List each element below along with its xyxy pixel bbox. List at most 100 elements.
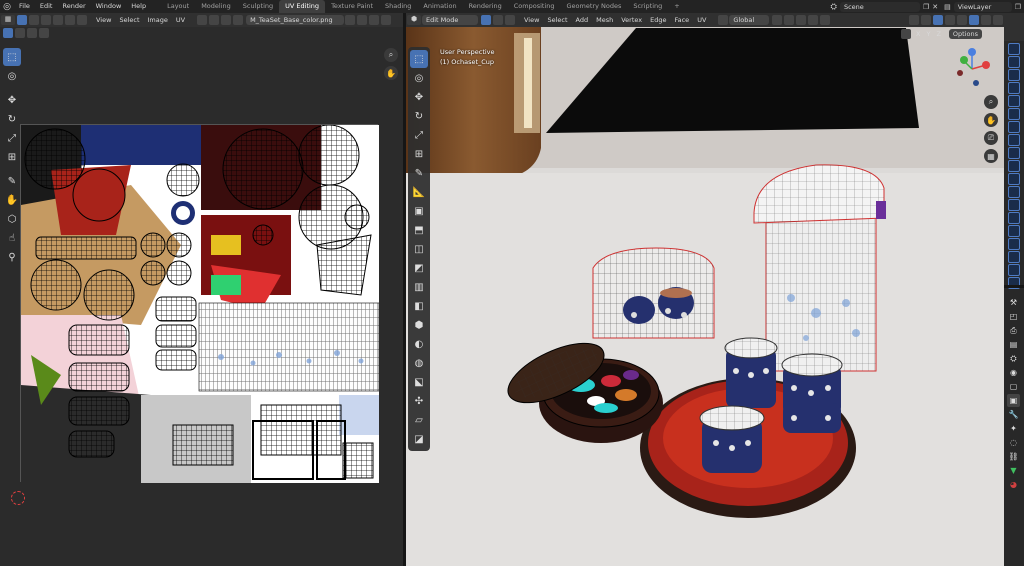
vp-spin-tool-icon[interactable]: ◐ — [410, 335, 428, 353]
vp-menu-edge[interactable]: Edge — [646, 15, 670, 25]
transform-tool-icon[interactable]: ⊞ — [3, 148, 21, 166]
vp-menu-add[interactable]: Add — [572, 15, 593, 25]
view-layer-props-icon[interactable]: ▤ — [1007, 338, 1020, 351]
vp-loopcut-tool-icon[interactable]: ▥ — [410, 278, 428, 296]
tab-modeling[interactable]: Modeling — [195, 0, 237, 13]
vp-menu-face[interactable]: Face — [670, 15, 693, 25]
blender-logo-icon[interactable]: ◎ — [0, 2, 14, 12]
pinch-tool-icon[interactable]: ☝ — [3, 229, 21, 247]
tab-layout[interactable]: Layout — [161, 0, 195, 13]
mirror-z-toggle[interactable]: Z — [934, 29, 942, 39]
pan-icon[interactable]: ✋ — [384, 66, 398, 80]
snap-icon[interactable] — [209, 15, 220, 25]
tool-props-icon[interactable]: ⚒ — [1007, 296, 1020, 309]
outliner-row[interactable] — [1008, 264, 1020, 276]
physics-props-icon[interactable]: ◌ — [1007, 436, 1020, 449]
vp-scale-tool-icon[interactable]: ⤢ — [410, 126, 428, 144]
close-image-icon[interactable] — [381, 15, 392, 25]
vp-select-tool-icon[interactable]: ⬚ — [410, 50, 428, 68]
vp-zoom-icon[interactable]: ⌕ — [984, 95, 998, 109]
vp-extrude-tool-icon[interactable]: ⬒ — [410, 221, 428, 239]
vp-rip-tool-icon[interactable]: ◪ — [410, 430, 428, 448]
vp-menu-view[interactable]: View — [520, 15, 543, 25]
uv-menu-uv[interactable]: UV — [172, 15, 189, 25]
outliner-row[interactable] — [1008, 225, 1020, 237]
vp-knife-tool-icon[interactable]: ◧ — [410, 297, 428, 315]
rotate-tool-icon[interactable]: ↻ — [3, 110, 21, 128]
uv-image-canvas[interactable] — [20, 124, 380, 483]
vp-move-tool-icon[interactable]: ✥ — [410, 88, 428, 106]
scene-selector[interactable]: Scene — [839, 1, 920, 12]
tab-shading[interactable]: Shading — [379, 0, 417, 13]
tab-animation[interactable]: Animation — [417, 0, 462, 13]
world-props-icon[interactable]: ◉ — [1007, 366, 1020, 379]
constraints-props-icon[interactable]: ⛓ — [1007, 450, 1020, 463]
vp-menu-select[interactable]: Select — [543, 15, 571, 25]
proportional-icon[interactable] — [221, 15, 232, 25]
outliner-row[interactable] — [1008, 56, 1020, 68]
vp-inset-tool-icon[interactable]: ◫ — [410, 240, 428, 258]
vp-bevel-tool-icon[interactable]: ◩ — [410, 259, 428, 277]
tool-mode-a-icon[interactable] — [15, 28, 25, 38]
select-box-tool-icon[interactable]: ⬚ — [3, 48, 21, 66]
visibility-icon[interactable] — [909, 15, 919, 25]
tab-texture-paint[interactable]: Texture Paint — [325, 0, 379, 13]
new-image-icon[interactable] — [357, 15, 368, 25]
move-tool-icon[interactable]: ✥ — [3, 91, 21, 109]
tab-scripting[interactable]: Scripting — [627, 0, 668, 13]
outliner-row[interactable] — [1008, 186, 1020, 198]
vp-pan-icon[interactable]: ✋ — [984, 113, 998, 127]
outliner-row[interactable] — [1008, 238, 1020, 250]
outliner-row[interactable] — [1008, 82, 1020, 94]
pivot-point-icon[interactable] — [772, 15, 783, 25]
snapping-icon[interactable] — [784, 15, 795, 25]
output-props-icon[interactable]: ⎙ — [1007, 324, 1020, 337]
vp-menu-vertex[interactable]: Vertex — [617, 15, 646, 25]
outliner-row[interactable] — [1008, 173, 1020, 185]
vp-add-cube-tool-icon[interactable]: ▣ — [410, 202, 428, 220]
menu-edit[interactable]: Edit — [35, 0, 58, 13]
open-image-icon[interactable] — [369, 15, 380, 25]
vp-camera-icon[interactable]: ⎚ — [984, 131, 998, 145]
menu-file[interactable]: File — [14, 0, 35, 13]
vp-edge-slide-tool-icon[interactable]: ⬕ — [410, 373, 428, 391]
outliner-row[interactable] — [1008, 160, 1020, 172]
vp-menu-uv[interactable]: UV — [693, 15, 710, 25]
image-name-field[interactable]: M_TeaSet_Base_color.png — [246, 15, 345, 25]
vp-ortho-icon[interactable]: ▦ — [984, 149, 998, 163]
outliner-row[interactable] — [1008, 43, 1020, 55]
tab-compositing[interactable]: Compositing — [508, 0, 561, 13]
editor-type-icon[interactable]: ▦ — [1, 15, 15, 25]
tool-settings-icon[interactable] — [3, 28, 13, 38]
vp-rotate-tool-icon[interactable]: ↻ — [410, 107, 428, 125]
proportional-edit-icon[interactable] — [808, 15, 819, 25]
cursor-tool-icon[interactable]: ◎ — [3, 67, 21, 85]
outliner-row[interactable] — [1008, 251, 1020, 263]
gizmo-toggle-icon[interactable] — [921, 15, 931, 25]
vp-annotate-tool-icon[interactable]: ✎ — [410, 164, 428, 182]
shading-rendered-icon[interactable] — [993, 15, 1003, 25]
sticky-select-icon[interactable] — [77, 15, 87, 25]
face-select-icon[interactable] — [53, 15, 63, 25]
vp-cursor-tool-icon[interactable]: ◎ — [410, 69, 428, 87]
view-layer-selector[interactable]: ViewLayer — [953, 1, 1012, 12]
outliner-row[interactable] — [1008, 108, 1020, 120]
pin-image-icon[interactable] — [345, 15, 356, 25]
render-props-icon[interactable]: ◰ — [1007, 310, 1020, 323]
vp-shear-tool-icon[interactable]: ▱ — [410, 411, 428, 429]
duplicate-layer-icon[interactable]: ❐ — [1015, 3, 1021, 11]
shading-solid-icon[interactable] — [969, 15, 979, 25]
strip-divider[interactable] — [1004, 285, 1024, 288]
outliner-row[interactable] — [1008, 134, 1020, 146]
options-dropdown[interactable]: Options — [948, 29, 982, 39]
outliner-row[interactable] — [1008, 69, 1020, 81]
uv-menu-select[interactable]: Select — [115, 15, 143, 25]
vp-transform-tool-icon[interactable]: ⊞ — [410, 145, 428, 163]
transform-orientation-icon[interactable] — [718, 15, 729, 25]
tool-mode-b-icon[interactable] — [27, 28, 37, 38]
vp-shrink-tool-icon[interactable]: ✣ — [410, 392, 428, 410]
shading-material-icon[interactable] — [981, 15, 991, 25]
add-workspace-button[interactable]: + — [668, 0, 685, 13]
3d-viewport[interactable]: ⬢ Edit Mode View Select Add Mesh Vertex … — [406, 13, 1004, 566]
modifier-props-icon[interactable]: 🔧 — [1007, 408, 1020, 421]
